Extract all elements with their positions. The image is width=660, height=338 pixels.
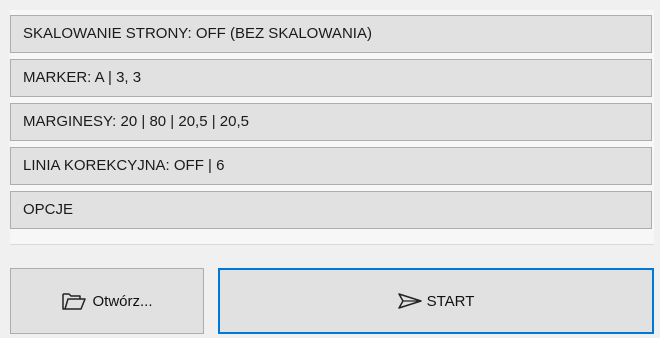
- paper-plane-icon: [397, 292, 422, 310]
- start-button-label: START: [426, 292, 475, 310]
- marker-button[interactable]: MARKER: A | 3, 3: [10, 59, 652, 97]
- open-button[interactable]: Otwórz...: [10, 268, 204, 334]
- page-scaling-button[interactable]: SKALOWANIE STRONY: OFF (BEZ SKALOWANIA): [10, 15, 652, 53]
- open-button-label: Otwórz...: [92, 292, 153, 310]
- start-button[interactable]: START: [218, 268, 654, 334]
- print-settings-panel: SKALOWANIE STRONY: OFF (BEZ SKALOWANIA) …: [0, 0, 660, 338]
- options-button[interactable]: OPCJE: [10, 191, 652, 229]
- folder-open-icon: [61, 291, 87, 311]
- settings-list: SKALOWANIE STRONY: OFF (BEZ SKALOWANIA) …: [10, 10, 654, 245]
- correction-line-button[interactable]: LINIA KOREKCYJNA: OFF | 6: [10, 147, 652, 185]
- margins-button[interactable]: MARGINESY: 20 | 80 | 20,5 | 20,5: [10, 103, 652, 141]
